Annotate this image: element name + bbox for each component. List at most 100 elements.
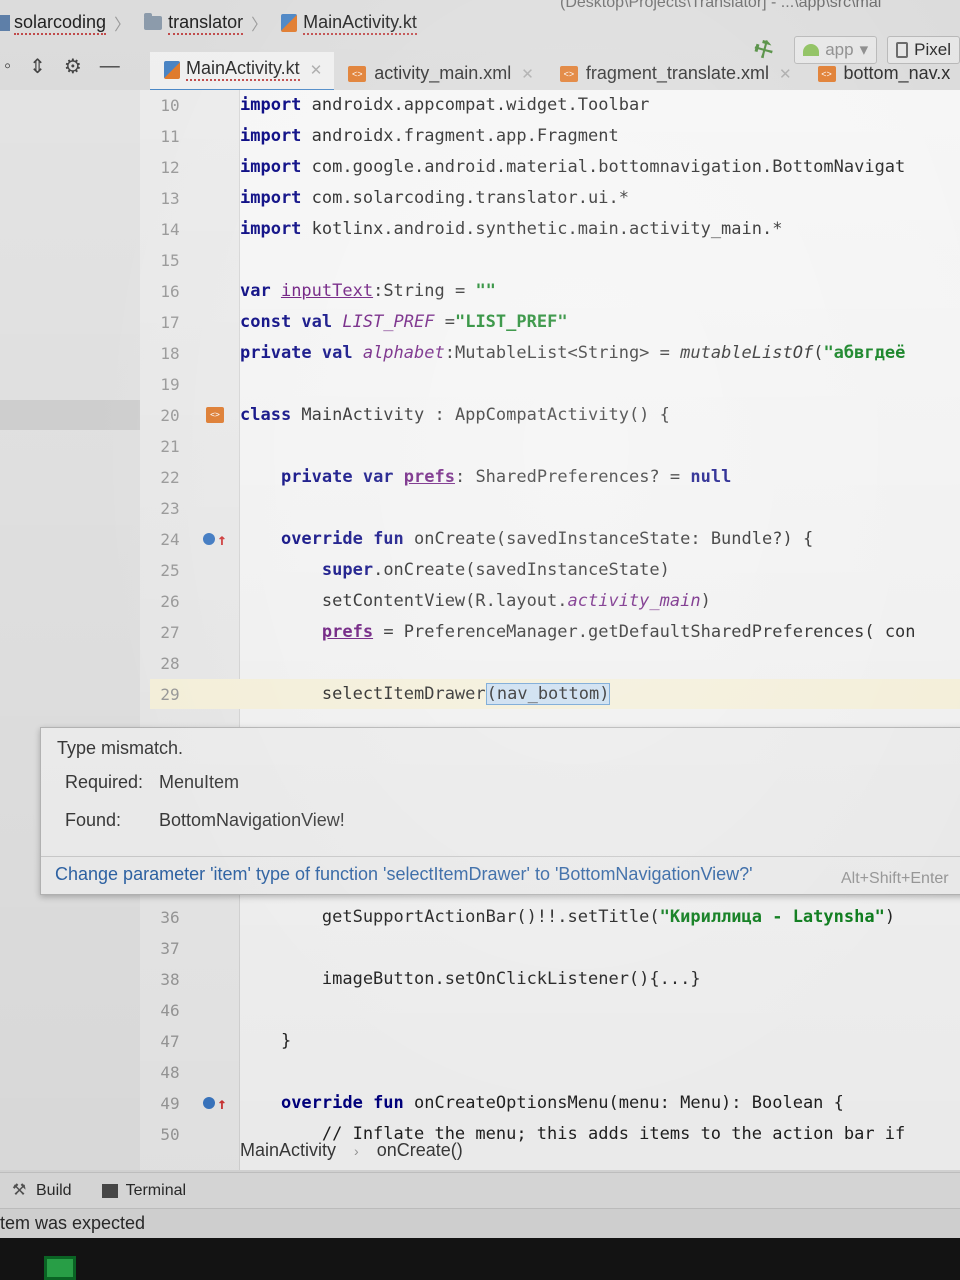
status-message: tem was expected bbox=[0, 1213, 146, 1233]
line-number: 17 bbox=[160, 312, 180, 332]
close-icon[interactable]: ✕ bbox=[779, 65, 792, 83]
code-editor[interactable]: 10 import androidx.appcompat.widget.Toolb… bbox=[0, 90, 960, 1170]
code-line[interactable]: 27 prefs = PreferenceManager.getDefaultS… bbox=[150, 617, 960, 647]
code-line[interactable]: 26 setContentView(R.layout.activity_main… bbox=[150, 586, 960, 616]
code-line[interactable]: 10 import androidx.appcompat.widget.Toolb… bbox=[150, 90, 960, 120]
status-bar: tem was expected bbox=[0, 1208, 960, 1238]
override-method-icon[interactable]: ↑ bbox=[203, 1094, 227, 1113]
code-line[interactable]: 25 super.onCreate(savedInstanceState) bbox=[150, 555, 960, 585]
terminal-icon bbox=[101, 1183, 118, 1198]
tab-fragment-translate-xml[interactable]: <> fragment_translate.xml ✕ bbox=[546, 57, 804, 92]
folder-icon bbox=[144, 13, 163, 30]
close-icon[interactable]: ✕ bbox=[310, 61, 323, 79]
layout-link-icon[interactable]: <> bbox=[206, 407, 224, 423]
code-text: private val alphabet:MutableList<String>… bbox=[240, 343, 906, 363]
code-line[interactable]: 20 <> class MainActivity : AppCompatActivi… bbox=[150, 400, 960, 430]
tab-mainactivity[interactable]: MainActivity.kt ✕ bbox=[150, 52, 335, 92]
nav-file[interactable]: MainActivity.kt bbox=[281, 12, 417, 35]
code-line[interactable]: 15 bbox=[150, 245, 960, 275]
tooltip-divider bbox=[41, 856, 960, 857]
code-line[interactable]: 46 bbox=[150, 995, 960, 1025]
line-number: 29 bbox=[160, 684, 180, 704]
line-number: 19 bbox=[160, 374, 180, 394]
hide-icon[interactable]: — bbox=[100, 55, 120, 78]
tab-activity-main-xml[interactable]: <> activity_main.xml ✕ bbox=[334, 57, 546, 92]
breadcrumb-method[interactable]: onCreate() bbox=[377, 1140, 463, 1161]
gutter-marker[interactable]: <> bbox=[190, 407, 240, 423]
quick-fix-link[interactable]: Change parameter 'item' type of function… bbox=[55, 864, 753, 885]
tool-window-bar: ⚒ Build Terminal bbox=[0, 1172, 960, 1208]
line-number: 27 bbox=[160, 622, 180, 642]
code-line[interactable]: 22 private var prefs: SharedPreferences?… bbox=[150, 462, 960, 492]
line-number: 26 bbox=[160, 591, 180, 611]
code-text: getSupportActionBar()!!.setTitle("Кирилл… bbox=[240, 907, 896, 927]
line-number: 25 bbox=[160, 560, 180, 580]
error-tooltip: Type mismatch. Required: MenuItem Found:… bbox=[40, 727, 960, 895]
tooltip-found-row: Found: BottomNavigationView! bbox=[65, 810, 345, 830]
code-line[interactable]: 11 import androidx.fragment.app.Fragment bbox=[150, 121, 960, 151]
kotlin-file-icon bbox=[281, 14, 298, 32]
tab-bottom-nav[interactable]: <> bottom_nav.x bbox=[804, 57, 960, 92]
tooltip-required-row: Required: MenuItem bbox=[65, 772, 240, 792]
line-number: 14 bbox=[160, 219, 180, 239]
code-line[interactable]: 47 } bbox=[150, 1026, 960, 1056]
code-line[interactable]: 12 import com.google.android.material.bot… bbox=[150, 152, 960, 182]
quick-fix-shortcut: Alt+Shift+Enter bbox=[841, 870, 949, 887]
breadcrumb-class[interactable]: MainActivity bbox=[240, 1140, 336, 1161]
os-taskbar bbox=[0, 1238, 960, 1280]
code-text: import androidx.fragment.app.Fragment bbox=[240, 126, 619, 146]
project-pane bbox=[0, 90, 140, 1170]
code-line[interactable]: 17 const val LIST_PREF ="LIST_PREF" bbox=[150, 307, 960, 337]
code-line[interactable]: 16 var inputText:String = "" bbox=[150, 276, 960, 306]
line-number: 47 bbox=[160, 1031, 180, 1051]
code-line[interactable]: 14 import kotlinx.android.synthetic.main.… bbox=[150, 214, 960, 244]
line-number: 24 bbox=[160, 529, 180, 549]
code-text: prefs = PreferenceManager.getDefaultShar… bbox=[321, 622, 916, 642]
close-icon[interactable]: ✕ bbox=[521, 65, 534, 83]
line-number: 23 bbox=[160, 498, 180, 518]
code-line[interactable]: 37 bbox=[150, 933, 960, 963]
code-text: var inputText:String = "" bbox=[240, 281, 496, 301]
code-line[interactable]: 28 bbox=[150, 648, 960, 678]
override-method-icon[interactable]: ↑ bbox=[203, 530, 227, 549]
gutter-marker[interactable]: ↑ bbox=[190, 530, 240, 549]
line-number: 49 bbox=[160, 1093, 180, 1113]
line-number: 38 bbox=[160, 969, 180, 989]
gutter-marker[interactable]: ↑ bbox=[190, 1094, 240, 1113]
line-number: 22 bbox=[160, 467, 180, 487]
line-number: 46 bbox=[160, 1000, 180, 1020]
line-number: 13 bbox=[160, 188, 180, 208]
chevron-right-icon: 〉 bbox=[251, 17, 268, 34]
build-tool-button[interactable]: ⚒ Build bbox=[12, 1182, 72, 1200]
code-line[interactable]: 49 ↑ override fun onCreateOptionsMenu(men… bbox=[150, 1088, 960, 1118]
line-number: 15 bbox=[160, 250, 180, 270]
xml-file-icon: <> bbox=[559, 65, 578, 82]
code-line[interactable]: 18 private val alphabet:MutableList<Strin… bbox=[150, 338, 960, 368]
nav-module[interactable]: translator 〉 bbox=[144, 11, 267, 35]
code-line[interactable]: 38 imageButton.setOnClickListener(){...} bbox=[150, 964, 960, 994]
nav-project[interactable]: solarcoding 〉 bbox=[0, 11, 130, 35]
code-line[interactable]: 21 bbox=[150, 431, 960, 461]
scroll-from-source-icon[interactable]: ◦ bbox=[4, 55, 11, 78]
line-number: 10 bbox=[160, 95, 180, 115]
code-line[interactable]: 19 bbox=[150, 369, 960, 399]
code-text: import kotlinx.android.synthetic.main.ac… bbox=[240, 219, 783, 239]
line-number: 21 bbox=[160, 436, 180, 456]
code-text: import com.solarcoding.translator.ui.* bbox=[240, 188, 629, 208]
editor-tabs: MainActivity.kt ✕ <> activity_main.xml ✕… bbox=[150, 52, 960, 92]
code-text: super.onCreate(savedInstanceState) bbox=[321, 560, 670, 580]
collapse-all-icon[interactable]: ⇕ bbox=[29, 54, 46, 79]
line-number: 11 bbox=[160, 126, 180, 146]
code-text: } bbox=[240, 1031, 292, 1051]
code-line[interactable]: 23 bbox=[150, 493, 960, 523]
gear-icon[interactable]: ⚙ bbox=[64, 54, 82, 79]
code-line[interactable]: 48 bbox=[150, 1057, 960, 1087]
code-text: override fun onCreate(savedInstanceState… bbox=[280, 529, 814, 549]
code-text: import androidx.appcompat.widget.Toolbar bbox=[240, 95, 650, 115]
code-line[interactable]: 24 ↑ override fun onCreate(savedInstanceS… bbox=[150, 524, 960, 554]
code-line[interactable]: 13 import com.solarcoding.translator.ui.* bbox=[150, 183, 960, 213]
taskbar-app-icon[interactable] bbox=[44, 1256, 76, 1280]
terminal-tool-button[interactable]: Terminal bbox=[101, 1182, 186, 1200]
code-line[interactable]: 29 selectItemDrawer(nav_bottom) bbox=[150, 679, 960, 709]
code-line[interactable]: 36 getSupportActionBar()!!.setTitle("Кир… bbox=[150, 902, 960, 932]
